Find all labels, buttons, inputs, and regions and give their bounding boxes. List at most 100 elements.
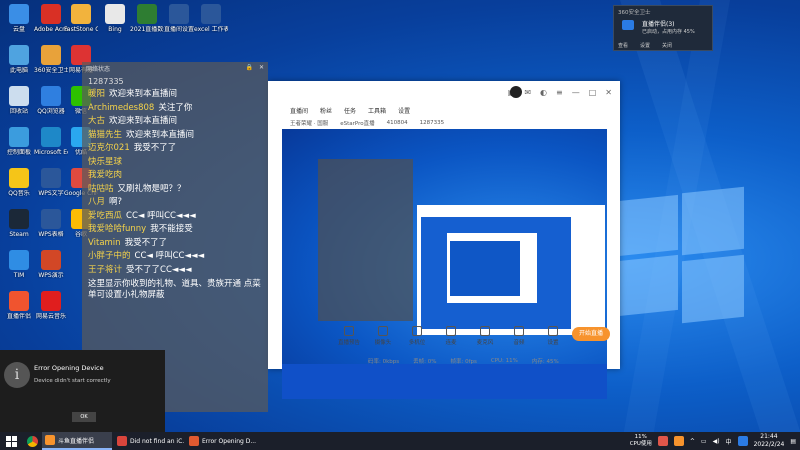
app-nav-item[interactable]: 直播间 <box>290 106 308 115</box>
minimize-icon[interactable]: — <box>572 88 580 97</box>
tool-label: 直播预告 <box>338 340 361 346</box>
chat-username: 我爱哈哈funny <box>88 224 147 234</box>
overlay-close-icon[interactable]: ✕ <box>259 64 264 71</box>
app-nav-item[interactable]: 任务 <box>344 106 356 115</box>
notification-action[interactable]: 设置 <box>640 42 650 49</box>
desktop-icon[interactable]: TIM <box>2 250 36 279</box>
desktop-icon[interactable]: Adobe AcrobatReader DC <box>34 4 68 33</box>
desktop-icon[interactable]: 回收站 <box>2 86 36 115</box>
taskbar: 斗鱼直播伴侣 Did not find an iC... Error Opening… <box>0 432 800 450</box>
info-icon: i <box>4 362 30 388</box>
chat-text: 我受不了了 <box>133 143 177 153</box>
chevron-up-icon[interactable]: ^ <box>690 438 695 445</box>
maximize-icon[interactable]: □ <box>589 88 597 97</box>
menu-icon[interactable]: ≡ <box>556 88 563 97</box>
notification-title: 360安全卫士 <box>618 10 651 16</box>
tray-app-icon[interactable] <box>657 436 668 446</box>
desktop-icon[interactable]: Microsoft Edge <box>34 127 68 156</box>
chat-username: 八月 <box>88 197 106 207</box>
chrome-taskbar-icon[interactable] <box>22 432 42 450</box>
chat-username: 王子将计 <box>88 264 123 275</box>
desktop-icon[interactable]: FastStone Capture <box>64 4 98 33</box>
notification-action[interactable]: 查看 <box>618 42 628 49</box>
desktop-icon[interactable]: 此电脑 <box>2 45 36 74</box>
desktop-icon[interactable]: WPS演示 <box>34 250 68 279</box>
start-button[interactable] <box>0 432 22 450</box>
tool-button[interactable]: 音频 <box>508 326 530 346</box>
tool-button[interactable]: 摄像头 <box>372 326 394 346</box>
app-icon <box>41 291 61 311</box>
desktop-icon[interactable]: 直播间设置 <box>162 4 196 33</box>
desktop-icon[interactable]: excel 工作表数据 <box>194 4 228 33</box>
taskbar-app-button[interactable]: Error Opening D... <box>186 432 256 450</box>
chat-message: 王子将计 受不了了CC◄◄◄ <box>82 264 268 278</box>
start-live-button[interactable]: 开始直播 <box>572 327 610 341</box>
live-streaming-app-window[interactable]: ▣ ✉ ◐ ≡ — □ ✕ 直播间粉丝任务工具箱设置 王者荣耀 · 国服eSta… <box>268 81 620 399</box>
error-dialog[interactable]: i Error Opening Device Device didn't sta… <box>0 350 165 432</box>
taskbar-app-button[interactable]: Did not find an iC... <box>114 432 184 450</box>
desktop-icon[interactable]: WPS文字 <box>34 168 68 197</box>
taskbar-app-button[interactable]: 斗鱼直播伴侣 <box>42 432 112 450</box>
notification-center-icon[interactable]: ▤ <box>790 438 796 445</box>
chat-message: 暖阳 欢迎来到本直播间 <box>82 88 268 102</box>
desktop-icon[interactable]: Bing <box>98 4 132 33</box>
ok-button[interactable]: OK <box>72 412 96 422</box>
desktop-icon-label: 直播伴侣 <box>6 313 31 320</box>
taskbar-app-icon <box>189 436 199 446</box>
chat-message: 快乐星球 <box>82 156 268 170</box>
app-nav-item[interactable]: 工具箱 <box>368 106 386 115</box>
desktop-icon-label: 控制面板 <box>6 149 31 156</box>
volume-icon[interactable]: ◀) <box>713 438 720 445</box>
input-method-icon[interactable] <box>737 436 748 446</box>
tool-button[interactable]: 麦克风 <box>474 326 496 346</box>
app-icon <box>169 4 189 24</box>
tool-icon <box>446 326 456 336</box>
desktop-icon-label: 直播间设置 <box>163 26 194 33</box>
tool-button[interactable]: 直播预告 <box>338 326 360 346</box>
network-icon[interactable]: ▭ <box>701 438 707 445</box>
tool-icon <box>344 326 354 336</box>
desktop-icon[interactable]: 直播伴侣 <box>2 291 36 320</box>
app-nav-item[interactable]: 粉丝 <box>320 106 332 115</box>
notification-action[interactable]: 关闭 <box>662 42 672 49</box>
tool-label: 设置 <box>547 340 559 346</box>
desktop-icon-label: Microsoft Edge <box>34 149 68 156</box>
chat-username: 我爱吃肉 <box>88 170 123 180</box>
tool-button[interactable]: 多机位 <box>406 326 428 346</box>
lock-icon[interactable]: 🔒 <box>246 64 253 71</box>
cpu-usage[interactable]: 11% CPU使用 <box>630 434 652 448</box>
nested-preview-window <box>417 205 605 335</box>
tool-icon <box>548 326 558 336</box>
desktop-icon[interactable]: 360安全卫士 <box>34 45 68 74</box>
chat-message: 迈克尔021 我受不了了 <box>82 142 268 156</box>
message-icon[interactable]: ✉ <box>524 88 531 97</box>
skin-icon[interactable]: ◐ <box>540 88 547 97</box>
desktop-icon[interactable]: 控制面板 <box>2 127 36 156</box>
desktop-icon[interactable]: QQ浏览器 <box>34 86 68 115</box>
status-item: 内存: 45% <box>531 359 559 365</box>
user-avatar[interactable] <box>510 86 522 98</box>
ime-indicator[interactable]: 中 <box>726 437 732 446</box>
desktop-icon[interactable]: 2021直播数据 <box>130 4 164 33</box>
close-icon[interactable]: ✕ <box>605 88 612 97</box>
desktop-icon[interactable]: QQ音乐 <box>2 168 36 197</box>
chat-text: 欢迎来到本直播间 <box>126 129 195 140</box>
status-item: 丢帧: 0% <box>413 359 437 365</box>
tray-app-icon-2[interactable] <box>673 436 684 446</box>
notification-popup[interactable]: 360安全卫士 直播伴侣(3) 已启动，占用内存 45% 查看 设置 关闭 <box>613 5 713 51</box>
desktop-icon[interactable]: 云盘 <box>2 4 36 33</box>
stream-info-item: eStarPro直播 <box>340 121 375 127</box>
desktop-icon-label: FastStone Capture <box>64 26 98 33</box>
desktop-icon[interactable]: WPS表格 <box>34 209 68 238</box>
desktop-icon[interactable]: Steam <box>2 209 36 238</box>
tool-button[interactable]: 设置 <box>542 326 564 346</box>
clock[interactable]: 21:44 2022/2/24 <box>754 433 785 449</box>
app-badge-icon <box>622 20 634 30</box>
desktop-icon[interactable]: 网易云音乐 <box>34 291 68 320</box>
chat-username: 快乐星球 <box>88 156 123 167</box>
chat-username: Archimedes808 <box>88 102 155 113</box>
notification-line1: 直播伴侣(3) <box>642 21 675 28</box>
chat-message-list: 暖阳 欢迎来到本直播间 Archimedes808 关注了你 大古 欢迎来到本直播间 猫猫先… <box>82 88 268 277</box>
app-nav-item[interactable]: 设置 <box>398 106 410 115</box>
tool-button[interactable]: 连麦 <box>440 326 462 346</box>
